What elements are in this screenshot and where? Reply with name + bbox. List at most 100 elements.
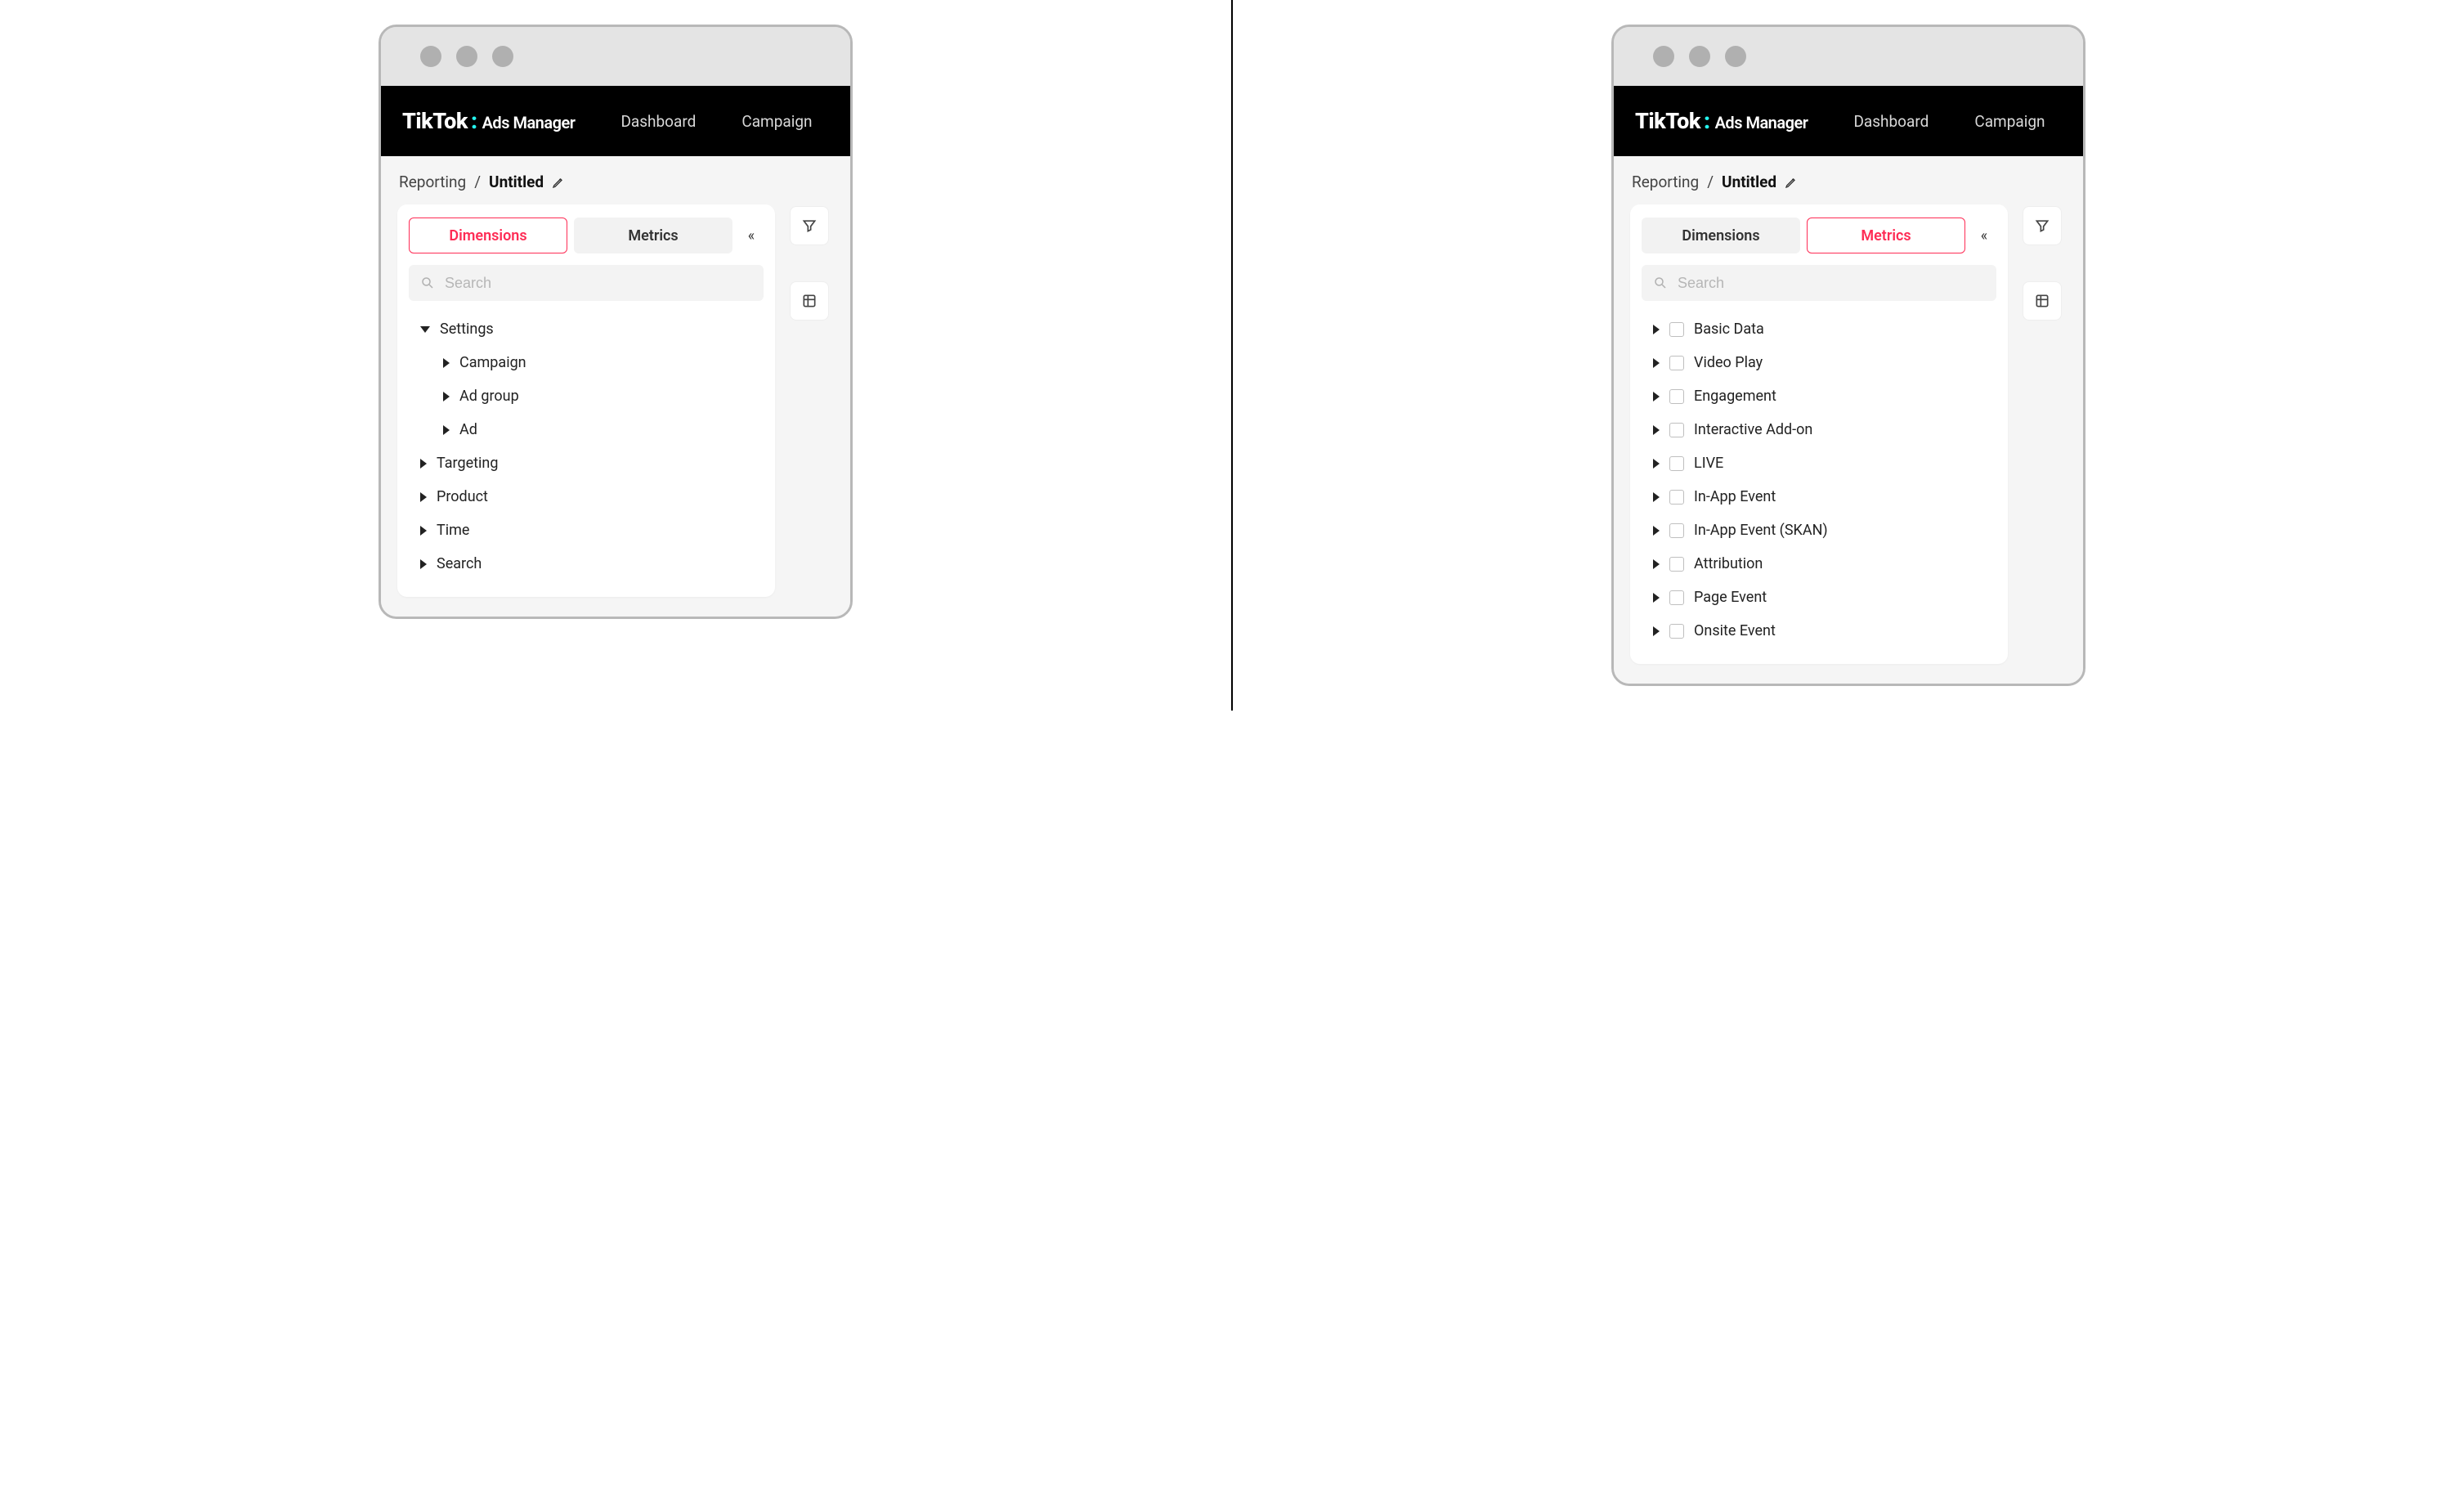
dimensions-tree: Settings Campaign Ad group Ad bbox=[409, 312, 764, 581]
tree-label: Interactive Add-on bbox=[1694, 421, 1812, 438]
checkbox[interactable] bbox=[1669, 456, 1684, 471]
tree-node-in-app-event-skan[interactable]: In-App Event (SKAN) bbox=[1642, 514, 1996, 547]
tree-node-page-event[interactable]: Page Event bbox=[1642, 581, 1996, 614]
brand-tail: Ads Manager bbox=[1715, 113, 1808, 132]
search-input-wrap[interactable] bbox=[1642, 265, 1996, 301]
browser-window-left: TikTok : Ads Manager Dashboard Campaign … bbox=[379, 25, 853, 619]
crumb-root[interactable]: Reporting bbox=[1632, 173, 1699, 191]
chevron-right-icon bbox=[1653, 593, 1660, 603]
nav-campaign[interactable]: Campaign bbox=[1974, 112, 2045, 131]
chevron-right-icon bbox=[1653, 392, 1660, 401]
tree-node-basic-data[interactable]: Basic Data bbox=[1642, 312, 1996, 346]
tree-node-settings[interactable]: Settings bbox=[409, 312, 764, 346]
tree-node-interactive-addon[interactable]: Interactive Add-on bbox=[1642, 413, 1996, 446]
selector-panel: Dimensions Metrics « Basic Data Video Pl… bbox=[1630, 204, 2008, 664]
chevron-right-icon bbox=[1653, 325, 1660, 334]
breadcrumb: Reporting / Untitled bbox=[1632, 173, 2067, 191]
brand-name: TikTok bbox=[402, 108, 468, 134]
tree-label: Search bbox=[437, 555, 482, 572]
columns-button[interactable] bbox=[2023, 281, 2062, 321]
chevron-right-icon bbox=[1653, 626, 1660, 636]
tree-label: Time bbox=[437, 522, 469, 539]
checkbox[interactable] bbox=[1669, 490, 1684, 505]
tree-node-ad[interactable]: Ad bbox=[409, 413, 764, 446]
tree-node-time[interactable]: Time bbox=[409, 514, 764, 547]
filter-button[interactable] bbox=[2023, 206, 2062, 245]
tree-label: In-App Event bbox=[1694, 488, 1776, 505]
traffic-light-icon bbox=[492, 46, 513, 67]
tree-label: Page Event bbox=[1694, 589, 1767, 606]
nav-dashboard[interactable]: Dashboard bbox=[620, 112, 696, 131]
tree-node-search[interactable]: Search bbox=[409, 547, 764, 581]
checkbox[interactable] bbox=[1669, 523, 1684, 538]
tree-node-video-play[interactable]: Video Play bbox=[1642, 346, 1996, 379]
tree-label: Engagement bbox=[1694, 388, 1776, 405]
chevron-right-icon bbox=[1653, 425, 1660, 435]
checkbox[interactable] bbox=[1669, 322, 1684, 337]
checkbox[interactable] bbox=[1669, 356, 1684, 370]
checkbox[interactable] bbox=[1669, 389, 1684, 404]
brand-colon-icon: : bbox=[1702, 108, 1714, 134]
chevron-right-icon bbox=[1653, 526, 1660, 536]
chevron-right-icon bbox=[1653, 492, 1660, 502]
columns-button[interactable] bbox=[790, 281, 829, 321]
edit-title-icon[interactable] bbox=[1785, 176, 1798, 189]
chevron-right-icon bbox=[1653, 358, 1660, 368]
brand-name: TikTok bbox=[1635, 108, 1700, 134]
tab-dimensions[interactable]: Dimensions bbox=[1642, 218, 1800, 253]
tree-node-attribution[interactable]: Attribution bbox=[1642, 547, 1996, 581]
checkbox[interactable] bbox=[1669, 423, 1684, 437]
brand-colon-icon: : bbox=[469, 108, 481, 134]
search-input[interactable] bbox=[443, 274, 752, 293]
traffic-light-icon bbox=[456, 46, 477, 67]
nav-dashboard[interactable]: Dashboard bbox=[1853, 112, 1929, 131]
tree-node-ad-group[interactable]: Ad group bbox=[409, 379, 764, 413]
search-icon bbox=[420, 276, 435, 290]
tree-node-onsite-event[interactable]: Onsite Event bbox=[1642, 614, 1996, 648]
checkbox[interactable] bbox=[1669, 624, 1684, 639]
tree-node-product[interactable]: Product bbox=[409, 480, 764, 514]
tab-metrics[interactable]: Metrics bbox=[574, 218, 732, 253]
filter-icon bbox=[2034, 218, 2050, 234]
traffic-light-icon bbox=[1725, 46, 1746, 67]
filter-icon bbox=[801, 218, 818, 234]
columns-icon bbox=[2034, 293, 2050, 309]
tree-node-in-app-event[interactable]: In-App Event bbox=[1642, 480, 1996, 514]
tree-label: Targeting bbox=[437, 455, 498, 472]
checkbox[interactable] bbox=[1669, 590, 1684, 605]
chevron-right-icon bbox=[1653, 459, 1660, 469]
crumb-root[interactable]: Reporting bbox=[399, 173, 466, 191]
tab-dimensions[interactable]: Dimensions bbox=[409, 218, 567, 253]
edit-title-icon[interactable] bbox=[552, 176, 565, 189]
tree-label: Ad bbox=[459, 421, 477, 438]
top-nav: TikTok : Ads Manager Dashboard Campaign bbox=[381, 86, 850, 156]
tree-label: Campaign bbox=[459, 354, 526, 371]
crumb-title: Untitled bbox=[1722, 173, 1776, 191]
tree-label: LIVE bbox=[1694, 455, 1723, 472]
selector-panel: Dimensions Metrics « Settings bbox=[397, 204, 775, 597]
chevron-right-icon bbox=[443, 392, 450, 401]
filter-button[interactable] bbox=[790, 206, 829, 245]
brand-tail: Ads Manager bbox=[482, 113, 576, 132]
traffic-light-icon bbox=[1653, 46, 1674, 67]
nav-campaign[interactable]: Campaign bbox=[741, 112, 812, 131]
search-input[interactable] bbox=[1676, 274, 1985, 293]
window-titlebar bbox=[381, 27, 850, 86]
tree-label: Attribution bbox=[1694, 555, 1763, 572]
tab-metrics[interactable]: Metrics bbox=[1807, 218, 1965, 253]
search-input-wrap[interactable] bbox=[409, 265, 764, 301]
traffic-light-icon bbox=[1689, 46, 1710, 67]
window-titlebar bbox=[1614, 27, 2083, 86]
tree-node-campaign[interactable]: Campaign bbox=[409, 346, 764, 379]
collapse-panel-icon[interactable]: « bbox=[739, 227, 764, 244]
tree-node-engagement[interactable]: Engagement bbox=[1642, 379, 1996, 413]
checkbox[interactable] bbox=[1669, 557, 1684, 572]
chevron-down-icon bbox=[420, 326, 430, 333]
chevron-right-icon bbox=[420, 492, 427, 502]
tree-label: Basic Data bbox=[1694, 321, 1764, 338]
tree-node-live[interactable]: LIVE bbox=[1642, 446, 1996, 480]
tree-label: In-App Event (SKAN) bbox=[1694, 522, 1828, 539]
tree-node-targeting[interactable]: Targeting bbox=[409, 446, 764, 480]
crumb-title: Untitled bbox=[489, 173, 544, 191]
collapse-panel-icon[interactable]: « bbox=[1972, 227, 1996, 244]
